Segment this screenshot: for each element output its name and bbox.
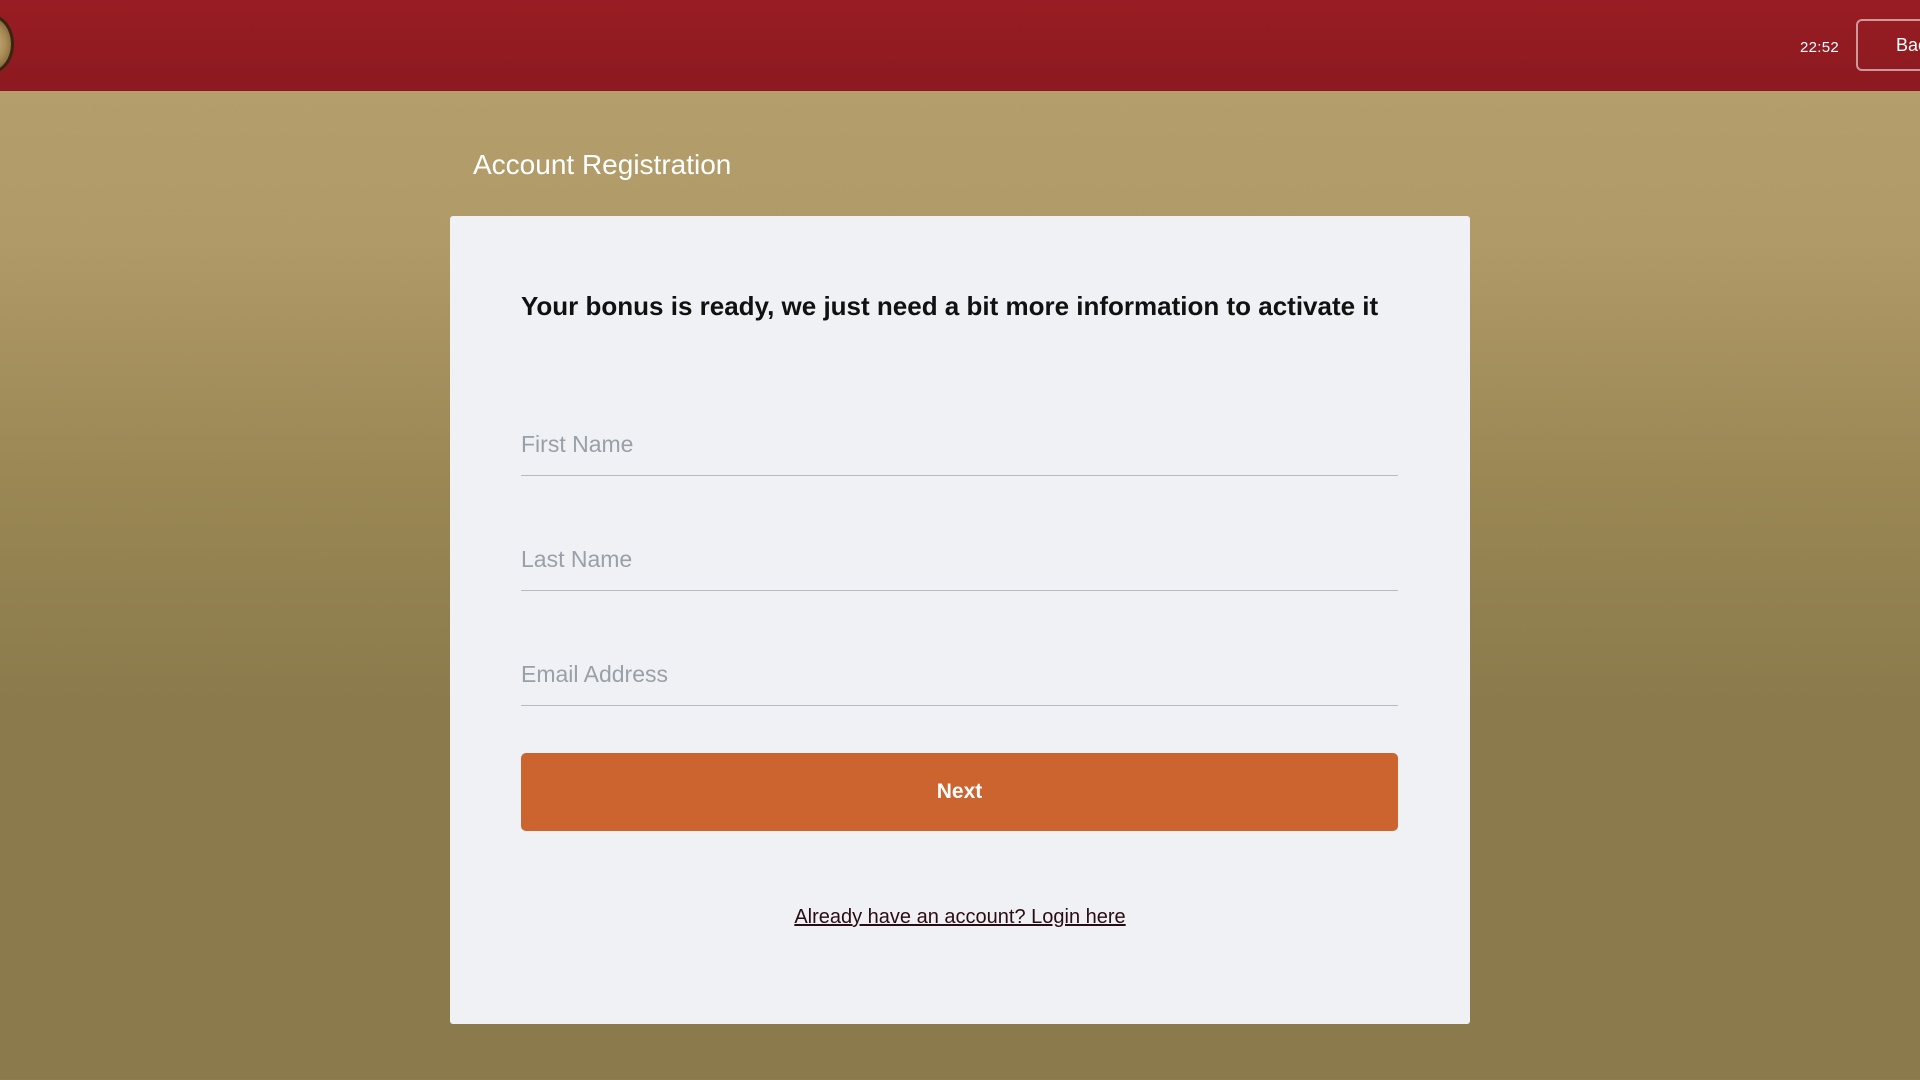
clock-time: 22:52 xyxy=(1800,39,1840,56)
next-button[interactable]: Next xyxy=(521,753,1398,831)
email-input[interactable] xyxy=(521,644,1398,706)
registration-card: Your bonus is ready, we just need a bit … xyxy=(450,216,1470,1024)
login-link[interactable]: Already have an account? Login here xyxy=(794,906,1125,928)
page-title: Account Registration xyxy=(473,149,732,180)
first-name-input[interactable] xyxy=(521,414,1398,476)
bonus-headline: Your bonus is ready, we just need a bit … xyxy=(521,291,1379,321)
back-button[interactable]: Back xyxy=(1856,19,1920,71)
last-name-input[interactable] xyxy=(521,529,1398,591)
casino-emblem-icon[interactable] xyxy=(0,14,14,74)
top-header-bar: 22:52 Back xyxy=(0,0,1920,91)
login-link-row: Already have an account? Login here xyxy=(450,904,1470,930)
